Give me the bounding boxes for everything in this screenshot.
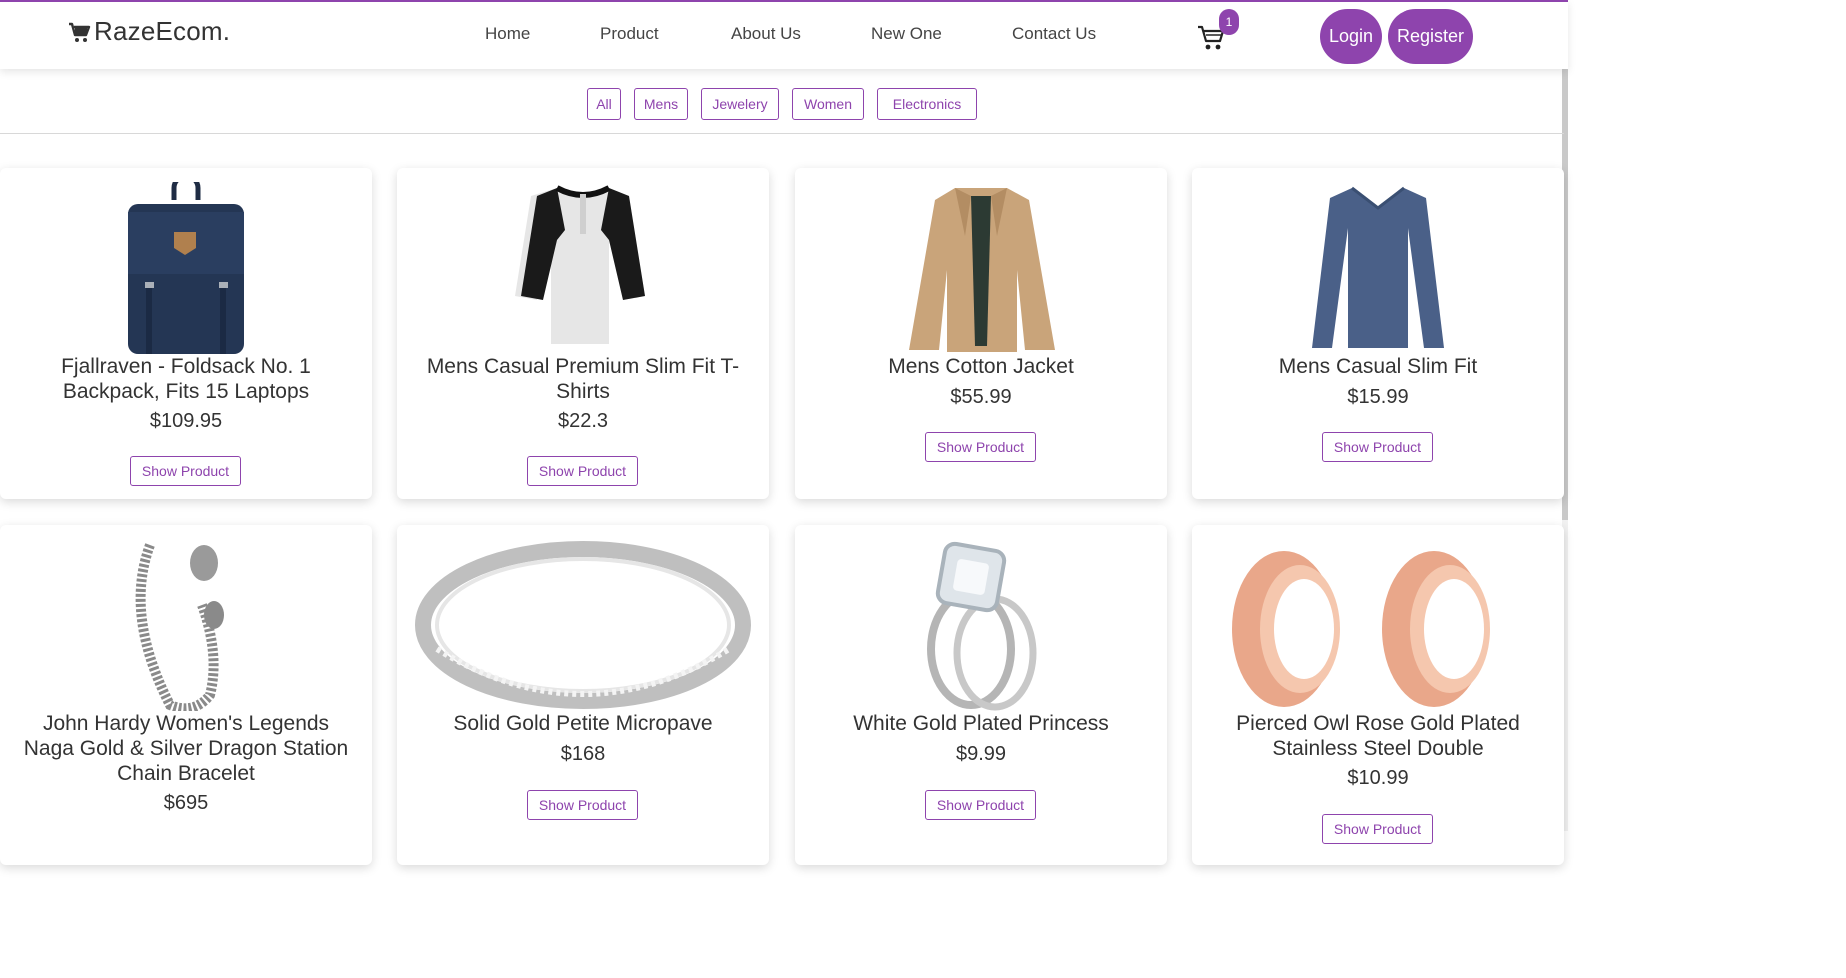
nav-home[interactable]: Home: [485, 24, 530, 44]
diamond-ring-icon: [927, 541, 1037, 711]
jacket-icon: [909, 188, 1055, 352]
brand[interactable]: RazeEcom.: [68, 16, 230, 47]
product-price: $15.99: [1347, 386, 1409, 408]
nav-about-us[interactable]: About Us: [731, 24, 801, 44]
bracelet-icon: [135, 543, 224, 711]
product-price: $695: [163, 792, 209, 814]
product-price: $22.3: [557, 410, 609, 432]
product-price: $10.99: [1347, 767, 1409, 789]
product-card: Fjallraven - Foldsack No. 1 Backpack, Fi…: [0, 168, 372, 499]
show-product-button[interactable]: Show Product: [1322, 814, 1433, 844]
product-price: $9.99: [955, 743, 1007, 765]
product-title: Solid Gold Petite Micropave: [453, 712, 713, 735]
filter-all[interactable]: All: [587, 88, 621, 120]
show-product-button[interactable]: Show Product: [527, 456, 638, 486]
shopping-cart-icon: [69, 22, 91, 42]
brand-name: RazeEcom.: [94, 16, 231, 46]
filter-women[interactable]: Women: [792, 88, 864, 120]
backpack-icon: [128, 182, 244, 354]
product-price: $109.95: [149, 410, 223, 432]
product-price: $55.99: [950, 386, 1012, 408]
product-title: Pierced Owl Rose Gold Plated Stainless S…: [1236, 712, 1520, 760]
show-product-button[interactable]: Show Product: [1322, 432, 1433, 462]
product-title: Mens Cotton Jacket: [888, 355, 1074, 378]
show-product-button[interactable]: Show Product: [130, 456, 241, 486]
nav-contact-us[interactable]: Contact Us: [1012, 24, 1096, 44]
band-ring-icon: [415, 541, 751, 709]
product-price: $168: [560, 743, 606, 765]
raglan-tshirt-icon: [515, 185, 645, 344]
longsleeve-shirt-icon: [1312, 186, 1444, 348]
product-card: White Gold Plated Princess $9.99 Show Pr…: [795, 525, 1167, 865]
product-card: Mens Casual Premium Slim Fit T-Shirts $2…: [397, 168, 769, 499]
product-title: Fjallraven - Foldsack No. 1 Backpack, Fi…: [61, 355, 311, 403]
register-button[interactable]: Register: [1388, 9, 1473, 64]
product-card: Solid Gold Petite Micropave $168 Show Pr…: [397, 525, 769, 865]
login-button[interactable]: Login: [1320, 9, 1382, 64]
nav-product[interactable]: Product: [600, 24, 659, 44]
rose-gold-plugs-icon: [1232, 551, 1490, 707]
show-product-button[interactable]: Show Product: [527, 790, 638, 820]
show-product-button[interactable]: Show Product: [925, 432, 1036, 462]
divider: [0, 133, 1564, 134]
product-card: Mens Cotton Jacket $55.99 Show Product: [795, 168, 1167, 499]
product-card: John Hardy Women's Legends Naga Gold & S…: [0, 525, 372, 865]
product-title: John Hardy Women's Legends Naga Gold & S…: [23, 712, 349, 785]
product-card: Pierced Owl Rose Gold Plated Stainless S…: [1192, 525, 1564, 865]
category-filters: All Mens Jewelery Women Electronics: [0, 88, 1564, 120]
product-title: White Gold Plated Princess: [853, 712, 1109, 735]
nav-new-one[interactable]: New One: [871, 24, 942, 44]
cart-count-badge: 1: [1219, 9, 1239, 35]
filter-electronics[interactable]: Electronics: [877, 88, 977, 120]
top-navbar: RazeEcom. Home Product About Us New One …: [0, 0, 1568, 69]
product-title: Mens Casual Premium Slim Fit T-Shirts: [426, 355, 740, 403]
filter-jewelery[interactable]: Jewelery: [701, 88, 779, 120]
product-card: Mens Casual Slim Fit $15.99 Show Product: [1192, 168, 1564, 499]
show-product-button[interactable]: Show Product: [925, 790, 1036, 820]
filter-mens[interactable]: Mens: [634, 88, 688, 120]
product-title: Mens Casual Slim Fit: [1278, 355, 1478, 378]
